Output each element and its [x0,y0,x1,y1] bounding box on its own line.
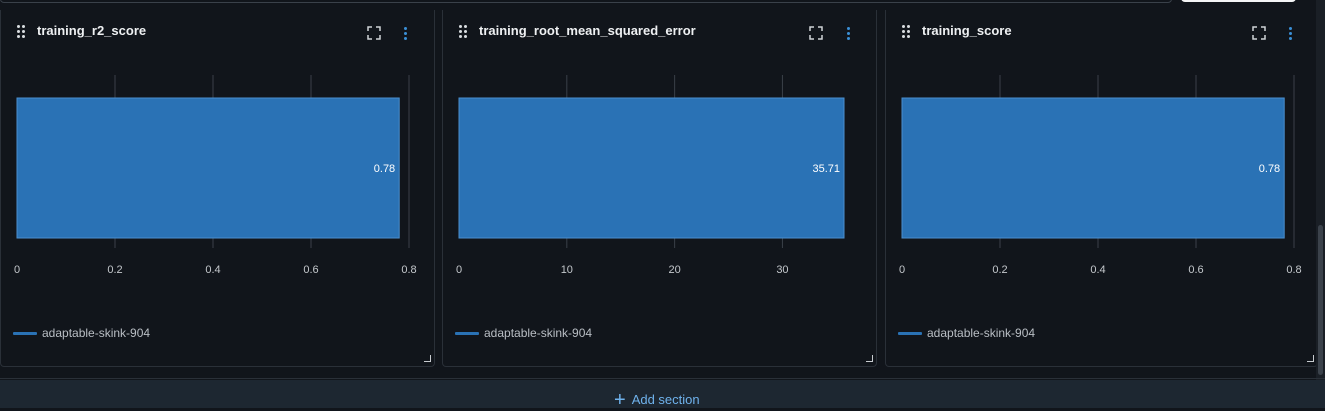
bar [16,97,400,239]
plus-icon: + [614,388,626,411]
resize-handle-icon[interactable] [1307,355,1314,362]
x-tick-label: 30 [776,264,788,276]
x-tick-label: 10 [561,264,573,276]
toolbar-button-edge[interactable] [1181,0,1296,2]
scrollbar-thumb[interactable] [1318,225,1323,375]
x-tick-label: 20 [669,264,681,276]
bottom-bar: + Add section [0,380,1325,411]
legend-swatch [455,331,479,335]
legend-swatch [898,331,922,335]
scrollbar[interactable] [1316,0,1325,380]
x-tick-label: 0 [456,264,462,276]
top-toolbar [0,0,1325,3]
x-tick-label: 0 [14,264,20,276]
add-section-label: Add section [631,392,700,407]
x-tick-label: 0.2 [992,264,1007,276]
x-tick-label: 0.6 [303,264,318,276]
legend-label: adaptable-skink-904 [484,326,593,340]
x-tick-label: 0.2 [107,264,122,276]
bar-chart: 0 10 20 30 35.71 [456,75,845,276]
bar-value-label: 35.71 [812,163,840,175]
bar-chart: 0 0.2 0.4 0.6 0.8 0.78 [14,75,417,276]
bar [901,97,1285,239]
bar [458,97,845,239]
x-tick-label: 0.8 [401,264,416,276]
resize-handle-icon[interactable] [424,355,431,362]
legend-label: adaptable-skink-904 [42,326,151,340]
bar-value-label: 0.78 [1259,163,1280,175]
search-field-edge[interactable] [0,0,1172,3]
metric-chart-panel: training_score 0 0.2 0.4 0.6 0.8 0.78 adaptab… [885,10,1318,367]
x-tick-label: 0.6 [1188,264,1203,276]
metric-chart-panel: training_root_mean_squared_error 0 10 20 30… [442,10,877,367]
bar-value-label: 0.78 [374,163,395,175]
legend-label: adaptable-skink-904 [927,326,1036,340]
x-tick-label: 0.4 [1090,264,1105,276]
legend: adaptable-skink-904 [13,326,150,340]
divider [0,378,1325,379]
x-tick-label: 0.8 [1286,264,1301,276]
legend-swatch [13,331,37,335]
metric-chart-panel: training_r2_score 0 0.2 0.4 0.6 0.8 0.78 adap… [0,10,435,367]
bar-chart: 0 0.2 0.4 0.6 0.8 0.78 [899,75,1302,276]
x-tick-label: 0 [899,264,905,276]
legend: adaptable-skink-904 [898,326,1035,340]
add-section-button[interactable]: + Add section [614,388,700,411]
x-tick-label: 0.4 [205,264,220,276]
legend: adaptable-skink-904 [455,326,592,340]
resize-handle-icon[interactable] [866,355,873,362]
